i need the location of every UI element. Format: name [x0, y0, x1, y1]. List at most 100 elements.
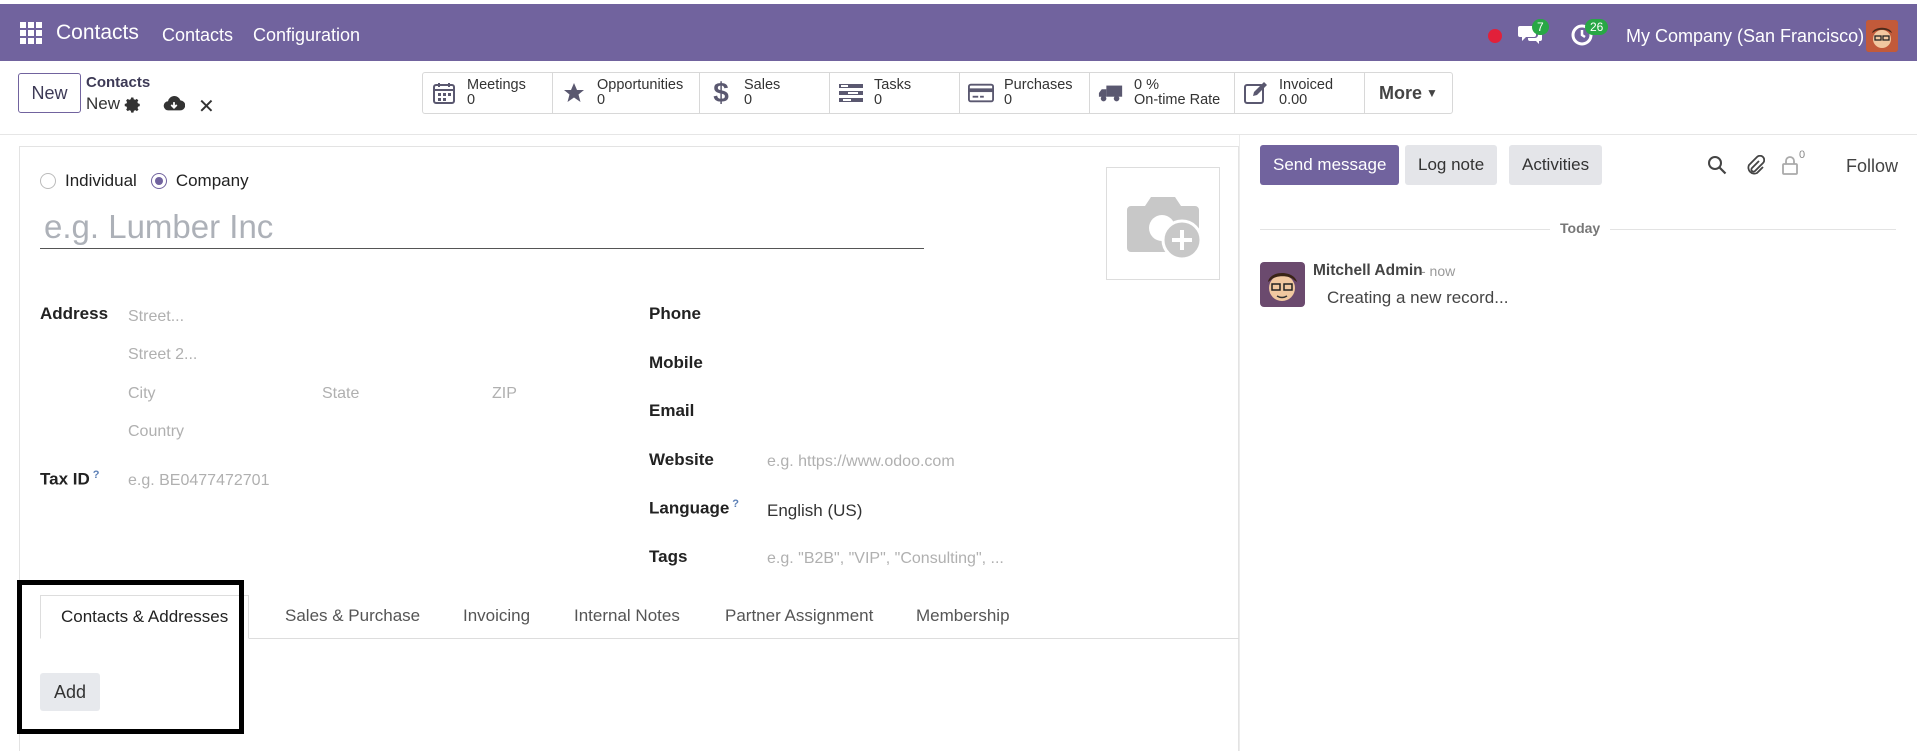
- notebook-tabs: Contacts & Addresses Sales & Purchase In…: [40, 595, 1240, 639]
- on-time-rate-smart-button[interactable]: 0 % On-time Rate: [1090, 73, 1235, 113]
- language-help-icon[interactable]: ?: [732, 498, 739, 510]
- follow-button[interactable]: Follow: [1846, 156, 1898, 177]
- followers-lock-icon[interactable]: 0: [1781, 149, 1811, 175]
- meetings-smart-button[interactable]: Meetings 0: [423, 73, 553, 113]
- tab-internal-notes[interactable]: Internal Notes: [574, 595, 680, 639]
- tags-label: Tags: [649, 547, 688, 566]
- tab-membership[interactable]: Membership: [916, 595, 1010, 639]
- menu-configuration[interactable]: Configuration: [253, 25, 360, 46]
- on-time-rate-value: 0 %: [1134, 77, 1159, 93]
- invoiced-amount: 0.00: [1279, 92, 1308, 108]
- message-author[interactable]: Mitchell Admin: [1313, 262, 1423, 280]
- chatter-panel: Send message Log note Activities 0 Follo…: [1239, 135, 1917, 751]
- meetings-count: 0: [467, 92, 476, 108]
- followers-count: 0: [1799, 149, 1806, 161]
- zip-input[interactable]: ZIP: [492, 385, 517, 403]
- street-input[interactable]: Street...: [128, 308, 184, 326]
- phone-label: Phone: [649, 304, 701, 323]
- invoiced-smart-button[interactable]: Invoiced 0.00: [1235, 73, 1365, 113]
- truck-icon: [1098, 80, 1124, 106]
- radio-individual-label[interactable]: Individual: [65, 171, 137, 191]
- search-icon[interactable]: [1707, 155, 1727, 175]
- activities-clock-icon[interactable]: 26: [1570, 19, 1609, 47]
- address-label: Address: [40, 304, 109, 323]
- website-input[interactable]: e.g. https://www.odoo.com: [767, 453, 955, 471]
- messages-badge: 7: [1532, 19, 1549, 35]
- invoice-edit-icon: [1243, 80, 1269, 106]
- save-cloud-icon[interactable]: [163, 94, 186, 114]
- opportunities-label: Opportunities: [597, 77, 684, 93]
- more-dropdown[interactable]: More ▼: [1365, 73, 1452, 113]
- tax-id-label-text: Tax ID: [40, 469, 90, 489]
- messages-icon[interactable]: 7: [1517, 19, 1549, 47]
- tags-input[interactable]: e.g. "B2B", "VIP", "Consulting", ...: [767, 550, 1004, 568]
- language-select[interactable]: English (US): [767, 501, 862, 521]
- send-message-button[interactable]: Send message: [1260, 145, 1400, 185]
- app-name[interactable]: Contacts: [56, 21, 139, 45]
- message-time: - now: [1421, 263, 1456, 279]
- form-sheet: Individual Company Address Street... Str…: [19, 146, 1240, 751]
- language-label: Language?: [649, 498, 739, 519]
- calendar-icon: [431, 80, 457, 106]
- purchases-count: 0: [1004, 92, 1013, 108]
- more-label: More: [1379, 82, 1423, 103]
- tab-contacts-addresses[interactable]: Contacts & Addresses: [40, 595, 250, 639]
- tasks-icon: [838, 80, 864, 106]
- add-contact-button[interactable]: Add: [40, 673, 100, 711]
- breadcrumb-parent[interactable]: Contacts: [86, 74, 150, 91]
- user-avatar[interactable]: [1866, 20, 1898, 52]
- star-icon: [561, 80, 587, 106]
- company-name-input[interactable]: [40, 205, 924, 249]
- invoiced-label: Invoiced: [1279, 77, 1334, 93]
- log-note-button[interactable]: Log note: [1405, 145, 1498, 185]
- activities-badge: 26: [1585, 19, 1609, 35]
- sales-label: Sales: [744, 77, 781, 93]
- sales-smart-button[interactable]: $ Sales 0: [700, 73, 830, 113]
- street2-input[interactable]: Street 2...: [128, 346, 197, 364]
- activities-button[interactable]: Activities: [1509, 145, 1603, 185]
- language-label-text: Language: [649, 498, 730, 518]
- tasks-smart-button[interactable]: Tasks 0: [830, 73, 960, 113]
- state-input[interactable]: State: [322, 385, 359, 403]
- company-type-radio: Individual Company: [40, 171, 249, 191]
- sales-count: 0: [744, 92, 753, 108]
- date-separator: Today: [1550, 220, 1611, 236]
- message-body: Creating a new record...: [1327, 288, 1509, 307]
- credit-card-icon: [968, 80, 994, 106]
- purchases-label: Purchases: [1004, 77, 1073, 93]
- company-switcher[interactable]: My Company (San Francisco): [1626, 26, 1864, 47]
- meetings-label: Meetings: [467, 77, 526, 93]
- menu-contacts[interactable]: Contacts: [162, 25, 233, 46]
- purchases-smart-button[interactable]: Purchases 0: [960, 73, 1090, 113]
- recording-indicator-icon: [1488, 29, 1502, 43]
- radio-company-label[interactable]: Company: [176, 171, 249, 191]
- tab-invoicing[interactable]: Invoicing: [463, 595, 530, 639]
- tab-partner-assignment[interactable]: Partner Assignment: [725, 595, 873, 639]
- website-label: Website: [649, 450, 714, 469]
- app-grid-icon[interactable]: [20, 22, 42, 44]
- camera-plus-icon: [1127, 197, 1203, 261]
- discard-close-icon[interactable]: ✕: [198, 94, 215, 119]
- photo-upload[interactable]: [1106, 167, 1220, 280]
- tax-id-input[interactable]: e.g. BE0477472701: [128, 472, 269, 490]
- opportunities-count: 0: [597, 92, 606, 108]
- country-input[interactable]: Country: [128, 423, 184, 441]
- tab-sales-purchase[interactable]: Sales & Purchase: [285, 595, 420, 639]
- tax-id-help-icon[interactable]: ?: [93, 469, 100, 481]
- city-input[interactable]: City: [128, 385, 156, 403]
- dollar-icon: $: [713, 77, 729, 108]
- message-author-avatar[interactable]: [1260, 262, 1305, 307]
- on-time-rate-label: On-time Rate: [1134, 92, 1221, 108]
- control-panel: New Contacts New ✕ Meetings 0 Opportuniti…: [0, 61, 1917, 135]
- radio-company[interactable]: [150, 173, 167, 189]
- caret-down-icon: ▼: [1426, 86, 1438, 100]
- top-navbar: Contacts Contacts Configuration 7 26 My …: [0, 4, 1917, 61]
- tax-id-label: Tax ID?: [40, 469, 100, 490]
- new-button[interactable]: New: [18, 73, 81, 113]
- radio-individual[interactable]: [40, 173, 56, 189]
- paperclip-icon[interactable]: [1745, 154, 1766, 175]
- opportunities-smart-button[interactable]: Opportunities 0: [553, 73, 700, 113]
- tasks-count: 0: [874, 92, 883, 108]
- gear-icon[interactable]: [124, 96, 142, 114]
- tasks-label: Tasks: [874, 77, 912, 93]
